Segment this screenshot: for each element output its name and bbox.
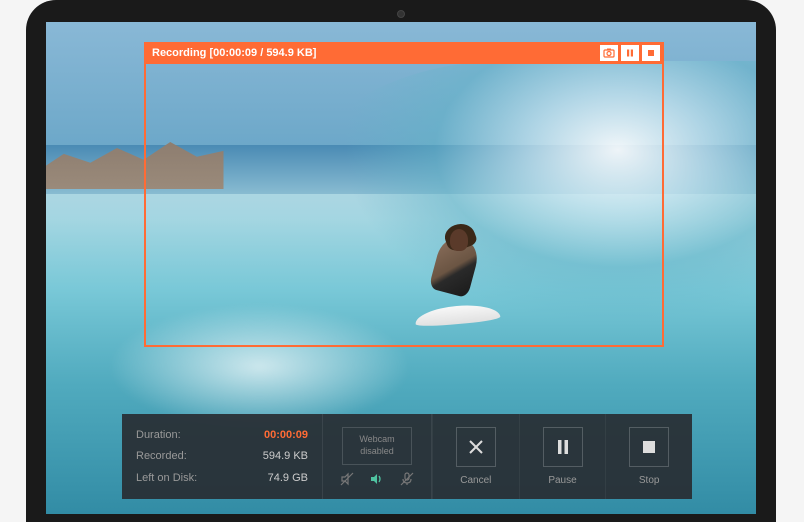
webcam-dot: [397, 10, 405, 18]
control-panel: Duration: 00:00:09 Recorded: 594.9 KB Le…: [122, 414, 692, 499]
system-audio-toggle[interactable]: [339, 471, 355, 487]
pause-button[interactable]: Pause: [519, 414, 606, 499]
capture-header-controls: [600, 45, 660, 61]
capture-header-bar[interactable]: Recording [00:00:09 / 594.9 KB]: [144, 42, 664, 64]
stop-button[interactable]: Stop: [605, 414, 692, 499]
disk-value: 74.9 GB: [268, 472, 308, 484]
duration-label: Duration:: [136, 429, 181, 441]
cancel-button[interactable]: Cancel: [432, 414, 519, 499]
laptop-frame: Recording [00:00:09 / 594.9 KB] D: [26, 0, 776, 522]
stat-row-duration: Duration: 00:00:09: [136, 429, 308, 441]
capture-region-frame[interactable]: Recording [00:00:09 / 594.9 KB]: [144, 62, 664, 347]
recorded-value: 594.9 KB: [263, 450, 308, 462]
duration-value: 00:00:09: [264, 429, 308, 441]
cancel-icon-box: [456, 427, 496, 467]
pause-button-small[interactable]: [621, 45, 639, 61]
speaker-toggle[interactable]: [369, 471, 385, 487]
microphone-toggle[interactable]: [399, 471, 415, 487]
stop-icon-box: [629, 427, 669, 467]
stop-button-small[interactable]: [642, 45, 660, 61]
stat-row-recorded: Recorded: 594.9 KB: [136, 450, 308, 462]
close-icon: [467, 438, 485, 456]
disk-label: Left on Disk:: [136, 472, 197, 484]
pause-icon-box: [543, 427, 583, 467]
screenshot-button[interactable]: [600, 45, 618, 61]
audio-icons-row: [339, 471, 415, 487]
webcam-section: Webcam disabled: [322, 414, 432, 499]
stats-section: Duration: 00:00:09 Recorded: 594.9 KB Le…: [122, 414, 322, 499]
webcam-line1: Webcam: [359, 434, 394, 446]
cancel-label: Cancel: [460, 475, 491, 486]
desktop-screen: Recording [00:00:09 / 594.9 KB] D: [46, 22, 756, 514]
webcam-line2: disabled: [360, 446, 394, 458]
stop-label: Stop: [639, 475, 660, 486]
stat-row-disk: Left on Disk: 74.9 GB: [136, 472, 308, 484]
stop-icon: [641, 439, 657, 455]
webcam-status-box[interactable]: Webcam disabled: [342, 427, 412, 465]
pause-label: Pause: [548, 475, 576, 486]
action-buttons-section: Cancel Pause Stop: [432, 414, 692, 499]
pause-icon: [555, 438, 571, 456]
recording-status-text: Recording [00:00:09 / 594.9 KB]: [152, 47, 316, 59]
recorded-label: Recorded:: [136, 450, 187, 462]
